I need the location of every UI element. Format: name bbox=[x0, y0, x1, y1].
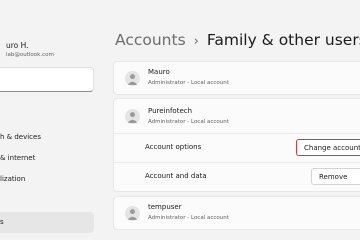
sidebar-item-personalization[interactable]: lization bbox=[0, 169, 94, 190]
divider bbox=[113, 162, 360, 163]
breadcrumb-accounts[interactable]: Accounts bbox=[115, 31, 186, 49]
page-title: Family & other users bbox=[206, 31, 360, 49]
user-account-type: Administrator - Local account bbox=[148, 215, 229, 221]
search-input[interactable] bbox=[0, 69, 93, 93]
user-account-type: Administrator - Local account bbox=[148, 80, 229, 86]
account-options-label: Account options bbox=[145, 143, 202, 151]
divider bbox=[113, 133, 360, 134]
breadcrumb-separator: › bbox=[193, 34, 199, 49]
main-content: Accounts › Family & other users Mauro Admi… bbox=[103, 0, 360, 240]
account-data-label: Account and data bbox=[145, 172, 207, 180]
sidebar-item-accounts[interactable]: s bbox=[0, 212, 94, 233]
sidebar-item-bluetooth-devices[interactable]: h & devices bbox=[0, 127, 94, 148]
profile-name: uro H. bbox=[6, 41, 29, 50]
user-avatar-icon bbox=[125, 109, 140, 124]
change-account-type-button[interactable]: Change account bbox=[296, 139, 360, 156]
profile-email: lab@outlook.com bbox=[6, 52, 54, 58]
breadcrumb: Accounts › Family & other users bbox=[115, 30, 360, 49]
remove-account-button[interactable]: Remove bbox=[311, 168, 360, 185]
sidebar-item-network-internet[interactable]: & internet bbox=[0, 148, 94, 169]
search-box[interactable] bbox=[0, 67, 94, 93]
user-name: Mauro bbox=[148, 68, 170, 76]
user-account-type: Administrator - Local account bbox=[148, 119, 229, 125]
user-card-tempuser[interactable]: tempuser Administrator - Local account bbox=[113, 196, 360, 230]
user-card-mauro[interactable]: Mauro Administrator - Local account bbox=[113, 61, 360, 95]
user-avatar-icon bbox=[125, 206, 140, 221]
user-avatar-icon bbox=[125, 71, 140, 86]
sidebar: uro H. lab@outlook.com h & devices & int… bbox=[0, 0, 103, 240]
user-name: tempuser bbox=[148, 203, 182, 211]
user-name: Pureinfotech bbox=[148, 107, 193, 115]
